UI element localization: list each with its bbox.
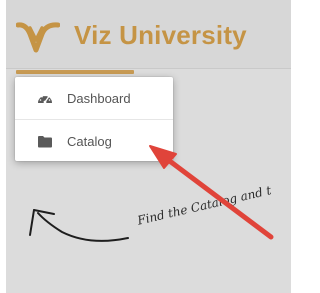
app-window: Viz University Dashboard Catalog Find th… <box>6 0 291 293</box>
dashboard-gauge-icon <box>37 90 53 106</box>
folder-icon <box>37 133 53 149</box>
university-logo[interactable]: Viz University <box>16 10 266 58</box>
brand-name: Viz University <box>74 20 247 50</box>
top-header: Viz University <box>6 0 291 69</box>
menu-item-dashboard[interactable]: Dashboard <box>15 77 173 119</box>
menu-item-dashboard-label: Dashboard <box>67 90 131 106</box>
menu-item-catalog-label: Catalog <box>67 133 112 149</box>
viz-logo-mark-icon <box>16 22 60 53</box>
menu-item-catalog[interactable]: Catalog <box>15 119 173 161</box>
navigation-dropdown: Dashboard Catalog <box>15 77 173 161</box>
active-tab-indicator <box>16 70 134 74</box>
